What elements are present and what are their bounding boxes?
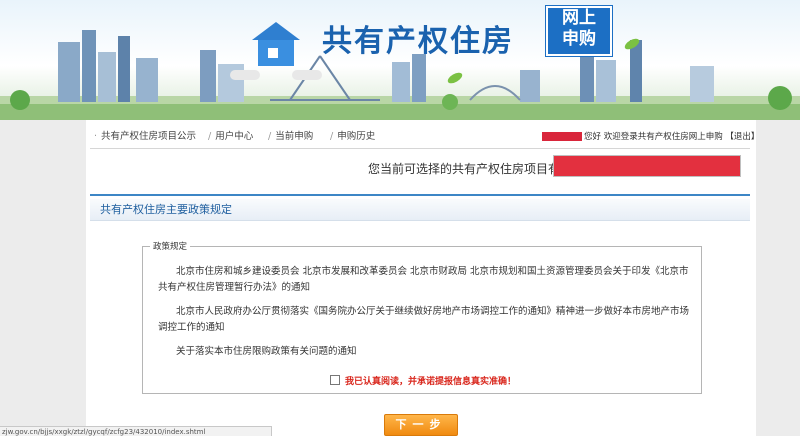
browser-status-url: zjw.gov.cn/bjjs/xxgk/ztzl/gycqf/zcfg23/4…: [0, 426, 272, 436]
policy-legend: 政策规定: [150, 240, 191, 252]
badge-line-2: 申购: [562, 29, 596, 49]
project-select-dropdown[interactable]: [553, 155, 741, 177]
confirm-checkbox[interactable]: [330, 375, 340, 385]
nav-item-label: 用户中心: [215, 131, 254, 142]
confirm-label: 我已认真阅读，并承诺提报信息真实准确！: [345, 377, 517, 387]
next-step-button[interactable]: 下一步: [384, 414, 458, 436]
nav-separator: ·: [94, 131, 98, 142]
policy-link-list: 北京市住房和城乡建设委员会 北京市发展和改革委员会 北京市财政局 北京市规划和国…: [158, 264, 696, 368]
welcome-text: 您好 欢迎登录共有产权住房网上申购: [584, 132, 723, 142]
nav-item-label: 当前申购: [275, 131, 314, 142]
nav-item-user-center[interactable]: / 用户中心: [208, 128, 253, 142]
policy-link[interactable]: 北京市人民政府办公厅贯彻落实《国务院办公厅关于继续做好房地产市场调控工作的通知》…: [158, 304, 696, 336]
nav-item-label: 共有产权住房项目公示: [101, 131, 197, 142]
logout-link[interactable]: 【退出】: [725, 132, 759, 142]
nav-separator: /: [268, 131, 272, 142]
nav-item-application-history[interactable]: / 申购历史: [330, 128, 375, 142]
nav-divider: [90, 148, 750, 149]
nav-separator: /: [330, 131, 334, 142]
site-title: 共有产权住房: [322, 24, 514, 59]
section-divider: [90, 194, 750, 196]
section-title: 共有产权住房主要政策规定: [90, 199, 750, 221]
nav-item-project-notice[interactable]: · 共有产权住房项目公示: [94, 128, 196, 142]
policy-link[interactable]: 北京市住房和城乡建设委员会 北京市发展和改革委员会 北京市财政局 北京市规划和国…: [158, 264, 696, 296]
online-apply-badge: 网上 申购: [546, 6, 612, 56]
redacted-username: [542, 132, 582, 141]
user-welcome-bar: 您好 欢迎登录共有产权住房网上申购 【退出】: [542, 130, 759, 142]
project-select-label: 您当前可选择的共有产权住房项目有：: [368, 162, 573, 176]
nav-item-current-application[interactable]: / 当前申购: [268, 128, 313, 142]
nav-item-label: 申购历史: [337, 131, 376, 142]
nav-separator: /: [208, 131, 212, 142]
policy-link[interactable]: 关于落实本市住房限购政策有关问题的通知: [158, 344, 696, 360]
site-banner: 共有产权住房 网上 申购: [0, 0, 800, 120]
confirm-row: 我已认真阅读，并承诺提报信息真实准确！: [330, 374, 516, 387]
badge-line-1: 网上: [562, 8, 596, 28]
